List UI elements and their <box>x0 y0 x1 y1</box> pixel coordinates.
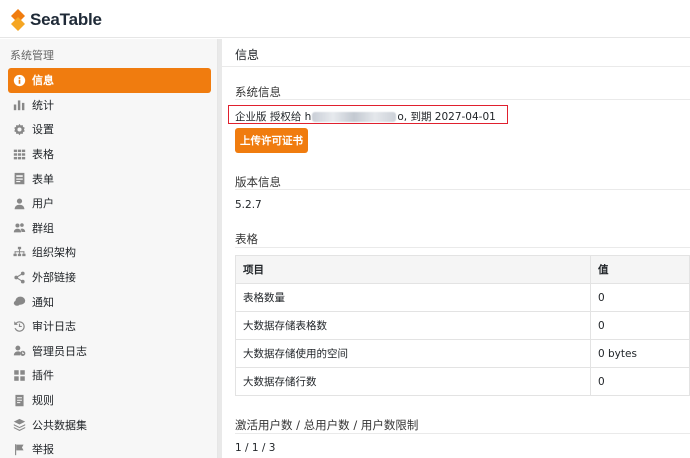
sidebar-item-label: 表格 <box>32 148 54 162</box>
version-info-title: 版本信息 <box>235 175 281 189</box>
brand-name: SeaTable <box>30 10 102 29</box>
table-row: 表格数量 0 <box>235 283 690 312</box>
flag-icon <box>12 442 26 456</box>
users-count-value: 1 / 1 / 3 <box>235 442 276 454</box>
column-header-value: 值 <box>590 255 690 284</box>
section-divider <box>235 99 690 100</box>
grid-icon <box>12 147 26 161</box>
sidebar-item-label: 表单 <box>32 172 54 186</box>
sidebar-item-forms[interactable]: 表单 <box>8 166 211 191</box>
table-header-row: 项目 值 <box>235 255 690 284</box>
table-cell-value: 0 <box>590 367 690 396</box>
share-icon <box>12 270 26 284</box>
sidebar-item-statistics[interactable]: 统计 <box>8 93 211 118</box>
sidebar-item-tables[interactable]: 表格 <box>8 142 211 167</box>
users-section-title: 激活用户数 / 总用户数 / 用户数限制 <box>235 418 419 432</box>
layers-icon <box>12 418 26 432</box>
system-info-title: 系统信息 <box>235 85 281 99</box>
sidebar-item-label: 通知 <box>32 295 54 309</box>
sidebar-item-external-links[interactable]: 外部链接 <box>8 265 211 290</box>
sidebar-item-label: 外部链接 <box>32 271 76 285</box>
license-info: 企业版 授权给 h o, 到期 2027-04-01 <box>235 109 496 124</box>
table-cell-item: 表格数量 <box>235 283 591 312</box>
sidebar-item-groups[interactable]: 群组 <box>8 216 211 241</box>
sidebar-item-notifications[interactable]: 通知 <box>8 289 211 314</box>
page-header: 信息 <box>222 39 690 67</box>
section-divider <box>235 247 690 248</box>
tables-stats-table: 项目 值 表格数量 0 大数据存储表格数 0 大数据存储使用的空间 0 byte… <box>235 255 690 396</box>
section-divider <box>235 189 690 190</box>
sidebar-item-info[interactable]: 信息 <box>8 68 211 93</box>
top-bar: SeaTable <box>0 0 690 38</box>
table-row: 大数据存储表格数 0 <box>235 311 690 340</box>
sidebar-item-label: 举报 <box>32 443 54 457</box>
table-cell-item: 大数据存储使用的空间 <box>235 339 591 368</box>
main-content: 信息 系统信息 企业版 授权给 h o, 到期 2027-04-01 上传许可证书… <box>222 39 690 458</box>
rules-icon <box>12 393 26 407</box>
sidebar-item-label: 规则 <box>32 394 54 408</box>
table-cell-value: 0 <box>590 311 690 340</box>
sidebar-item-reports[interactable]: 举报 <box>8 437 211 458</box>
sidebar-item-label: 管理员日志 <box>32 344 87 358</box>
sidebar-item-label: 信息 <box>32 74 54 88</box>
table-cell-item: 大数据存储行数 <box>235 367 591 396</box>
tables-section-title: 表格 <box>235 232 258 246</box>
sidebar-item-label: 插件 <box>32 369 54 383</box>
sidebar-item-plugins[interactable]: 插件 <box>8 363 211 388</box>
bar-chart-icon <box>12 98 26 112</box>
table-row: 大数据存储使用的空间 0 bytes <box>235 339 690 368</box>
info-icon <box>12 73 26 87</box>
redacted-email <box>312 112 397 122</box>
sidebar-item-label: 公共数据集 <box>32 418 87 432</box>
table-row: 大数据存储行数 0 <box>235 367 690 396</box>
page-title: 信息 <box>235 48 260 62</box>
chat-icon <box>12 295 26 309</box>
sidebar-heading: 系统管理 <box>10 49 54 62</box>
section-divider <box>235 433 690 434</box>
sidebar-item-admin-log[interactable]: 管理员日志 <box>8 339 211 364</box>
sidebar-item-rules[interactable]: 规则 <box>8 388 211 413</box>
version-value: 5.2.7 <box>235 199 262 211</box>
table-cell-item: 大数据存储表格数 <box>235 311 591 340</box>
admin-log-icon <box>12 344 26 358</box>
seatable-logo[interactable]: SeaTable <box>10 9 102 31</box>
upload-license-button[interactable]: 上传许可证书 <box>235 128 308 153</box>
sidebar: 系统管理 信息 统计 设置 表格 表单 用户 群组 组织架构 外部链接 通知 审… <box>0 39 218 458</box>
table-cell-value: 0 <box>590 283 690 312</box>
sidebar-item-label: 审计日志 <box>32 320 76 334</box>
sidebar-item-audit-log[interactable]: 审计日志 <box>8 314 211 339</box>
license-suffix: o, 到期 2027-04-01 <box>397 111 496 123</box>
column-header-item: 项目 <box>235 255 591 284</box>
sidebar-item-settings[interactable]: 设置 <box>8 117 211 142</box>
gear-icon <box>12 122 26 136</box>
license-prefix: 企业版 授权给 h <box>235 111 312 123</box>
sidebar-item-public-datasets[interactable]: 公共数据集 <box>8 412 211 437</box>
user-icon <box>12 196 26 210</box>
org-chart-icon <box>12 245 26 259</box>
group-icon <box>12 221 26 235</box>
sidebar-item-users[interactable]: 用户 <box>8 191 211 216</box>
sidebar-item-label: 设置 <box>32 123 54 137</box>
sidebar-item-label: 统计 <box>32 98 54 112</box>
seatable-logo-icon <box>10 9 26 31</box>
sidebar-item-organization[interactable]: 组织架构 <box>8 240 211 265</box>
sidebar-item-label: 组织架构 <box>32 246 76 260</box>
form-icon <box>12 172 26 186</box>
sidebar-item-label: 用户 <box>32 197 54 211</box>
sidebar-menu: 信息 统计 设置 表格 表单 用户 群组 组织架构 外部链接 通知 审计日志 管… <box>8 68 211 458</box>
sidebar-item-label: 群组 <box>32 221 54 235</box>
table-cell-value: 0 bytes <box>590 339 690 368</box>
plugin-icon <box>12 368 26 382</box>
history-icon <box>12 319 26 333</box>
